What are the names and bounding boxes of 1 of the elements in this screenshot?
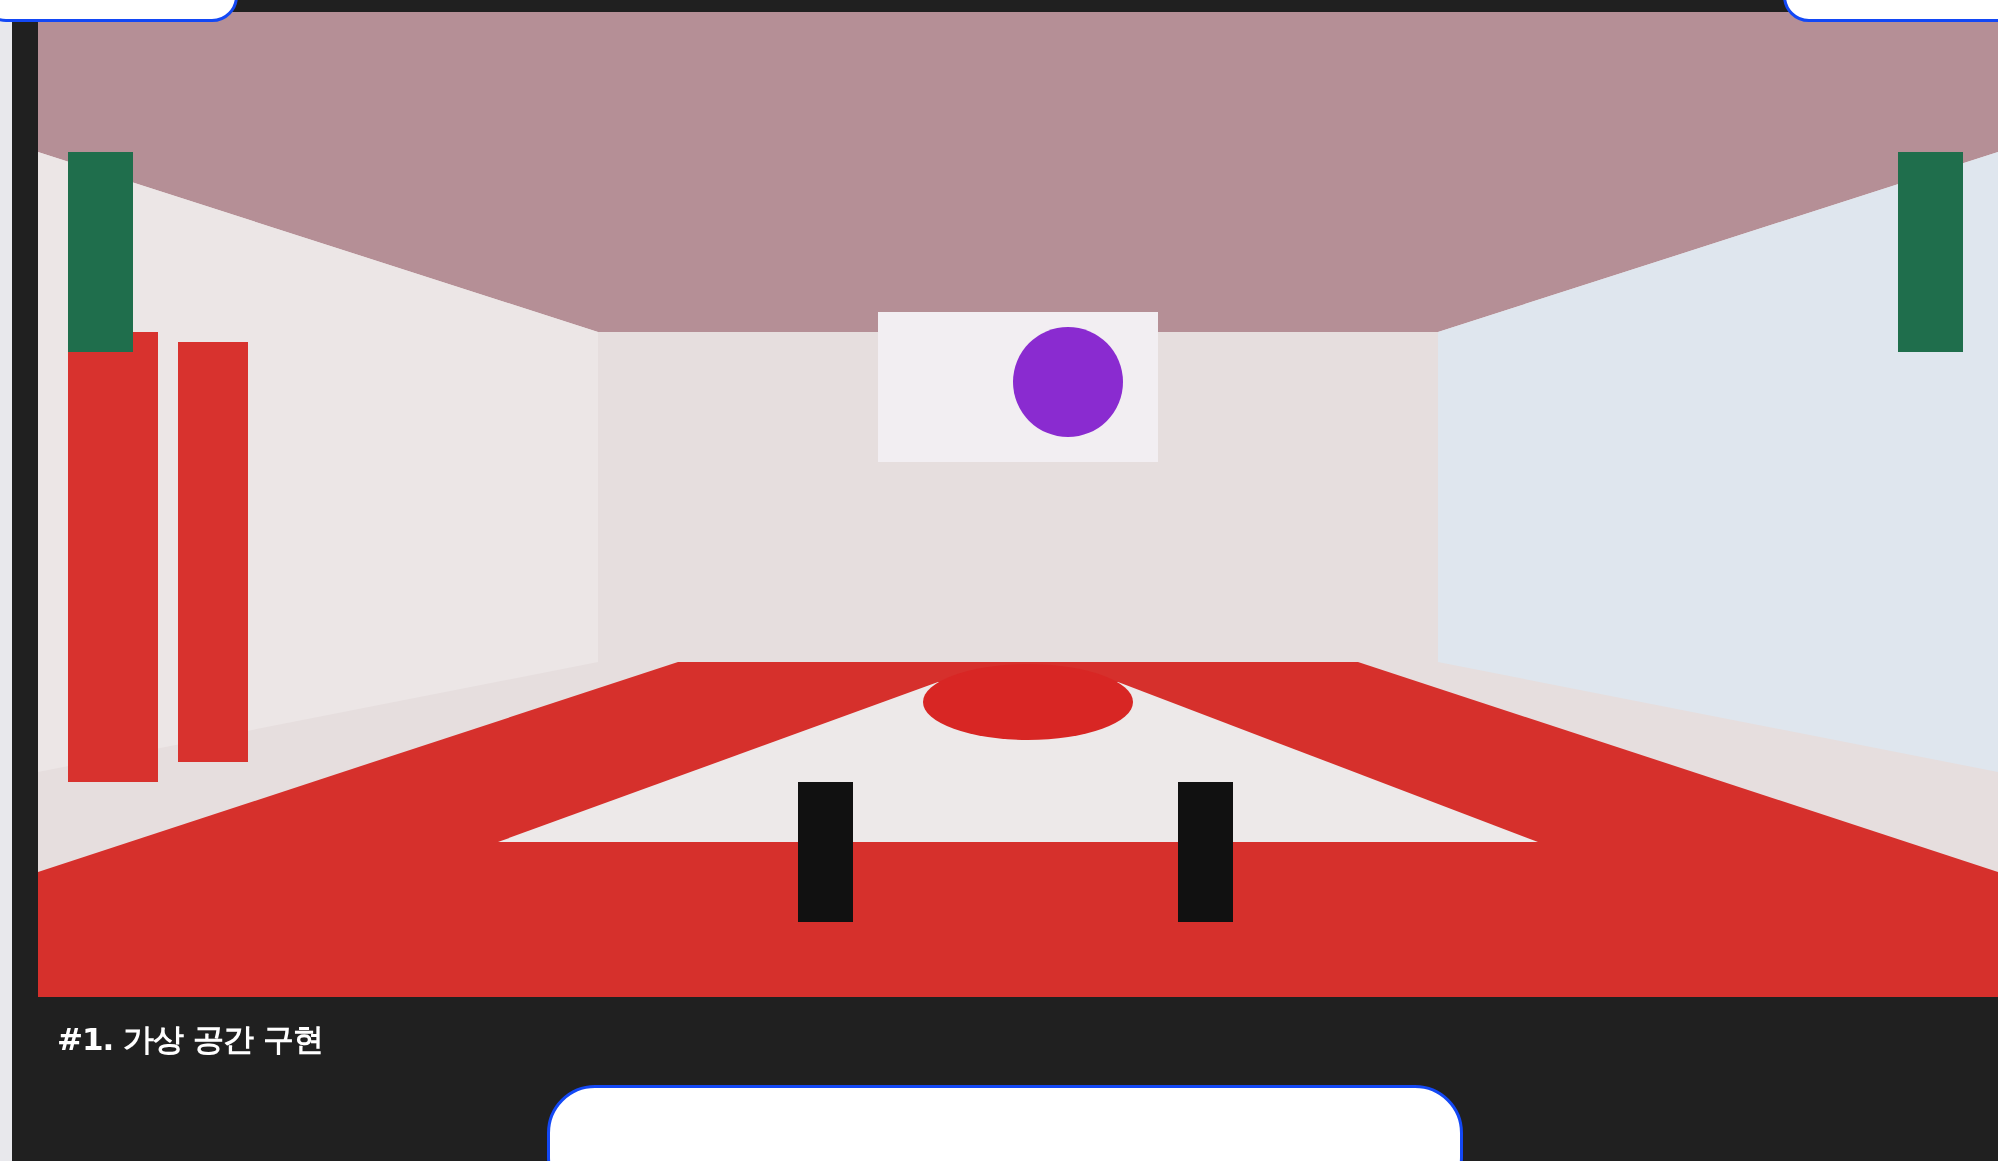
image-caption: #1. 가상 공간 구현 xyxy=(57,1020,324,1059)
